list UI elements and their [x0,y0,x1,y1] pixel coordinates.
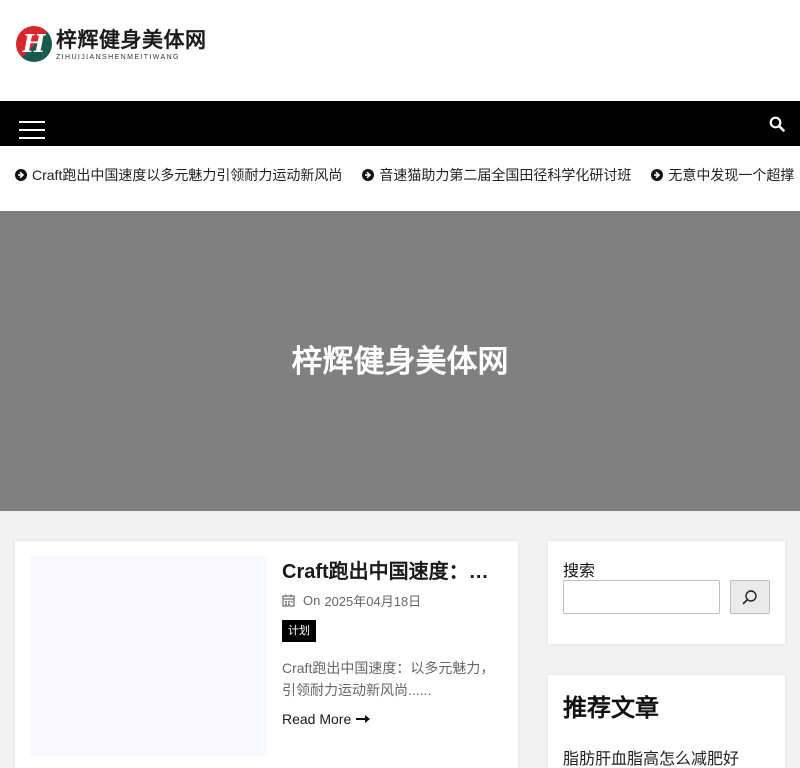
post-excerpt: Craft跑出中国速度：以多元魅力，引领耐力运动新风尚...... [282,660,495,698]
post-meta-prefix: On [303,593,321,608]
post-title[interactable]: Craft跑出中国速度：以多元魅力引领耐力运动新风尚 [282,559,492,585]
category-badge[interactable]: 计划 [282,620,316,642]
recommended-post-link[interactable]: 脂肪肝血脂高怎么减肥好 [563,749,739,768]
ticker-item-label: Craft跑出中国速度以多元魅力引领耐力运动新风尚 [32,167,343,183]
ticker-item[interactable]: Craft跑出中国速度以多元魅力引领耐力运动新风尚 [15,165,342,185]
logo-text: 梓辉健身美体网 ZIHUIJIANSHENMEITIWANG [56,27,207,62]
ticker-track: Craft跑出中国速度以多元魅力引领耐力运动新风尚 音速猫助力第二届全国田径科学… [15,165,800,185]
read-more-label: Read More [282,711,352,727]
long-arrow-right-icon [356,715,371,723]
ticker-item[interactable]: 音速猫助力第二届全国田径科学化研讨班 [362,165,631,185]
ticker-item-label: 无意中发现一个超撑 [668,167,795,183]
hero-title: 梓辉健身美体网 [291,344,509,379]
arrow-circle-right-icon [651,169,664,181]
search-icon [742,590,757,605]
ticker-item-label: 音速猫助力第二届全国田径科学化研讨班 [379,167,632,183]
logo-subtitle: ZIHUIJIANSHENMEITIWANG [56,53,180,61]
search-button[interactable] [730,580,770,614]
read-more-link[interactable]: Read More [282,711,371,727]
post-date: 2025年04月18日 [324,594,422,609]
site-logo[interactable]: H 梓辉健身美体网 ZIHUIJIANSHENMEITIWANG [16,26,207,62]
post-card: Craft跑出中国速度：以多元魅力引领耐力运动新风尚 On 2025年04月18… [15,541,518,768]
news-ticker: Craft跑出中国速度以多元魅力引领耐力运动新风尚 音速猫助力第二届全国田径科学… [0,146,800,211]
logo-mark: H [16,26,52,62]
search-input[interactable] [563,580,720,614]
search-widget-label: 搜索 [563,563,596,580]
arrow-circle-right-icon [362,169,375,181]
recommended-posts-widget: 推荐文章 脂肪肝血脂高怎么减肥好 [548,675,785,768]
hero-banner: 梓辉健身美体网 [0,211,800,511]
logo-mark-letter: H [22,29,46,58]
ticker-item[interactable]: 无意中发现一个超撑 [651,165,794,185]
recommended-posts-title: 推荐文章 [563,695,659,722]
arrow-circle-right-icon [15,169,27,181]
search-widget: 搜索 [548,541,785,644]
post-thumbnail[interactable] [30,556,267,756]
site-header: H 梓辉健身美体网 ZIHUIJIANSHENMEITIWANG [0,0,800,101]
main-nav-bar [0,101,800,146]
calendar-icon [282,594,295,607]
search-icon[interactable] [769,116,785,132]
logo-title: 梓辉健身美体网 [56,26,207,52]
post-meta: On 2025年04月18日 [282,591,421,610]
hamburger-menu-icon[interactable] [19,121,45,139]
